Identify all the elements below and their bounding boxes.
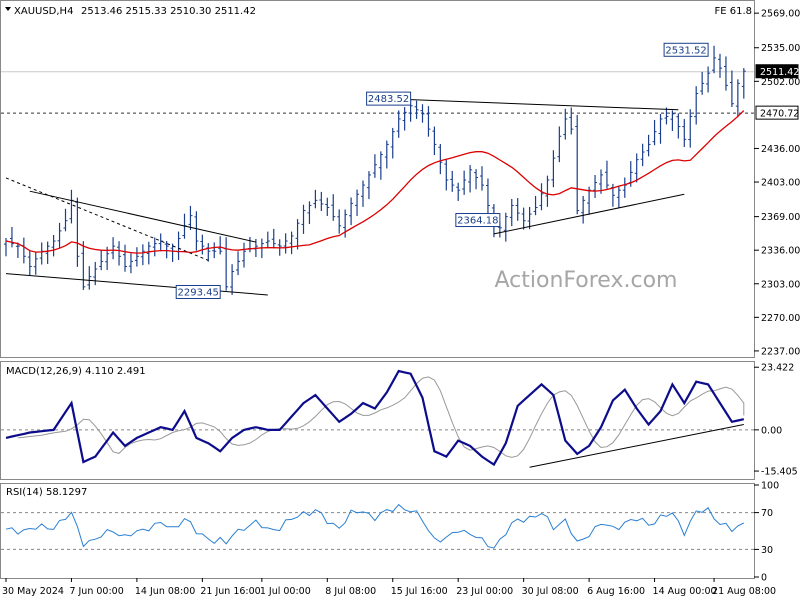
- x-axis-tick-label: 21 Jun 16:00: [200, 586, 260, 597]
- chart-canvas: ActionForex.com 2569.00 2535.00 2502.00 243…: [0, 0, 800, 600]
- macd-panel-frame: [0, 361, 755, 480]
- price-axis-tick-label: 2237.00: [761, 346, 800, 357]
- x-axis-tick-label: 15 Jul 16:00: [391, 586, 448, 597]
- x-axis-tick-label: 30 Jul 08:00: [522, 586, 579, 597]
- rsi-axis-tick-label: 30: [761, 545, 773, 556]
- symbol-label: XAUUSD,H4: [14, 6, 73, 17]
- price-axis-tick-label: 2535.00: [761, 43, 800, 54]
- macd-axis-tick-label: 23.422: [761, 363, 794, 374]
- watermark: ActionForex.com: [495, 268, 678, 293]
- rsi-axis-tick-label: 70: [761, 508, 773, 519]
- axis-layer: 30 May 2024 7 Jun 00:00 14 Jun 08:00 21 Jun…: [2, 578, 776, 597]
- x-axis-tick-label: 30 May 2024: [2, 586, 64, 597]
- price-axis-tick-label: 2436.00: [761, 144, 800, 155]
- ohlc-readout: 2513.46 2515.33 2510.30 2511.42: [81, 6, 256, 17]
- fe-label: FE 61.8: [714, 6, 752, 17]
- x-axis-tick-label: 21 Aug 08:00: [712, 586, 776, 597]
- rsi-label: RSI(14) 58.1297: [6, 487, 87, 498]
- macd-axis-tick-label: 0.00: [761, 425, 782, 436]
- x-axis-tick-label: 7 Jun 00:00: [69, 586, 123, 597]
- price-annotation-label: 2293.45: [178, 287, 219, 298]
- macd-label: MACD(12,26,9) 4.110 2.491: [6, 366, 146, 377]
- x-axis-tick-label: 14 Jun 08:00: [135, 586, 195, 597]
- macd-axis-tick-label: -15.405: [761, 467, 798, 478]
- price-axis-tick-label: 2336.00: [761, 246, 800, 257]
- x-axis-tick-label: 23 Jul 00:00: [456, 586, 513, 597]
- price-axis-marker-label: 2470.72: [760, 109, 799, 120]
- rsi-axis-tick-label: 100: [761, 481, 779, 492]
- price-axis-tick-label: 2369.00: [761, 212, 800, 223]
- price-axis-marker-label: 2511.42: [760, 67, 799, 78]
- price-panel-frame: [0, 0, 755, 358]
- x-axis-tick-label: 14 Aug 00:00: [653, 586, 717, 597]
- x-axis-tick-label: 8 Jul 08:00: [325, 586, 376, 597]
- x-axis-tick-label: 6 Aug 16:00: [587, 586, 645, 597]
- rsi-panel-frame: [0, 483, 755, 579]
- rsi-axis-tick-label: 0: [761, 573, 767, 584]
- price-annotation-label: 2531.52: [665, 45, 706, 56]
- price-axis-tick-label: 2569.00: [761, 9, 800, 20]
- price-axis-tick-label: 2303.00: [761, 279, 800, 290]
- price-annotation-label: 2483.52: [368, 94, 409, 105]
- price-axis-tick-label: 2403.00: [761, 178, 800, 189]
- chart-svg: ActionForex.com 2569.00 2535.00 2502.00 243…: [0, 0, 800, 597]
- price-axis-tick-label: 2502.00: [761, 77, 800, 88]
- price-axis-tick-label: 2270.00: [761, 313, 800, 324]
- price-annotation-label: 2364.18: [457, 216, 498, 227]
- x-axis-tick-label: 1 Jul 00:00: [260, 586, 311, 597]
